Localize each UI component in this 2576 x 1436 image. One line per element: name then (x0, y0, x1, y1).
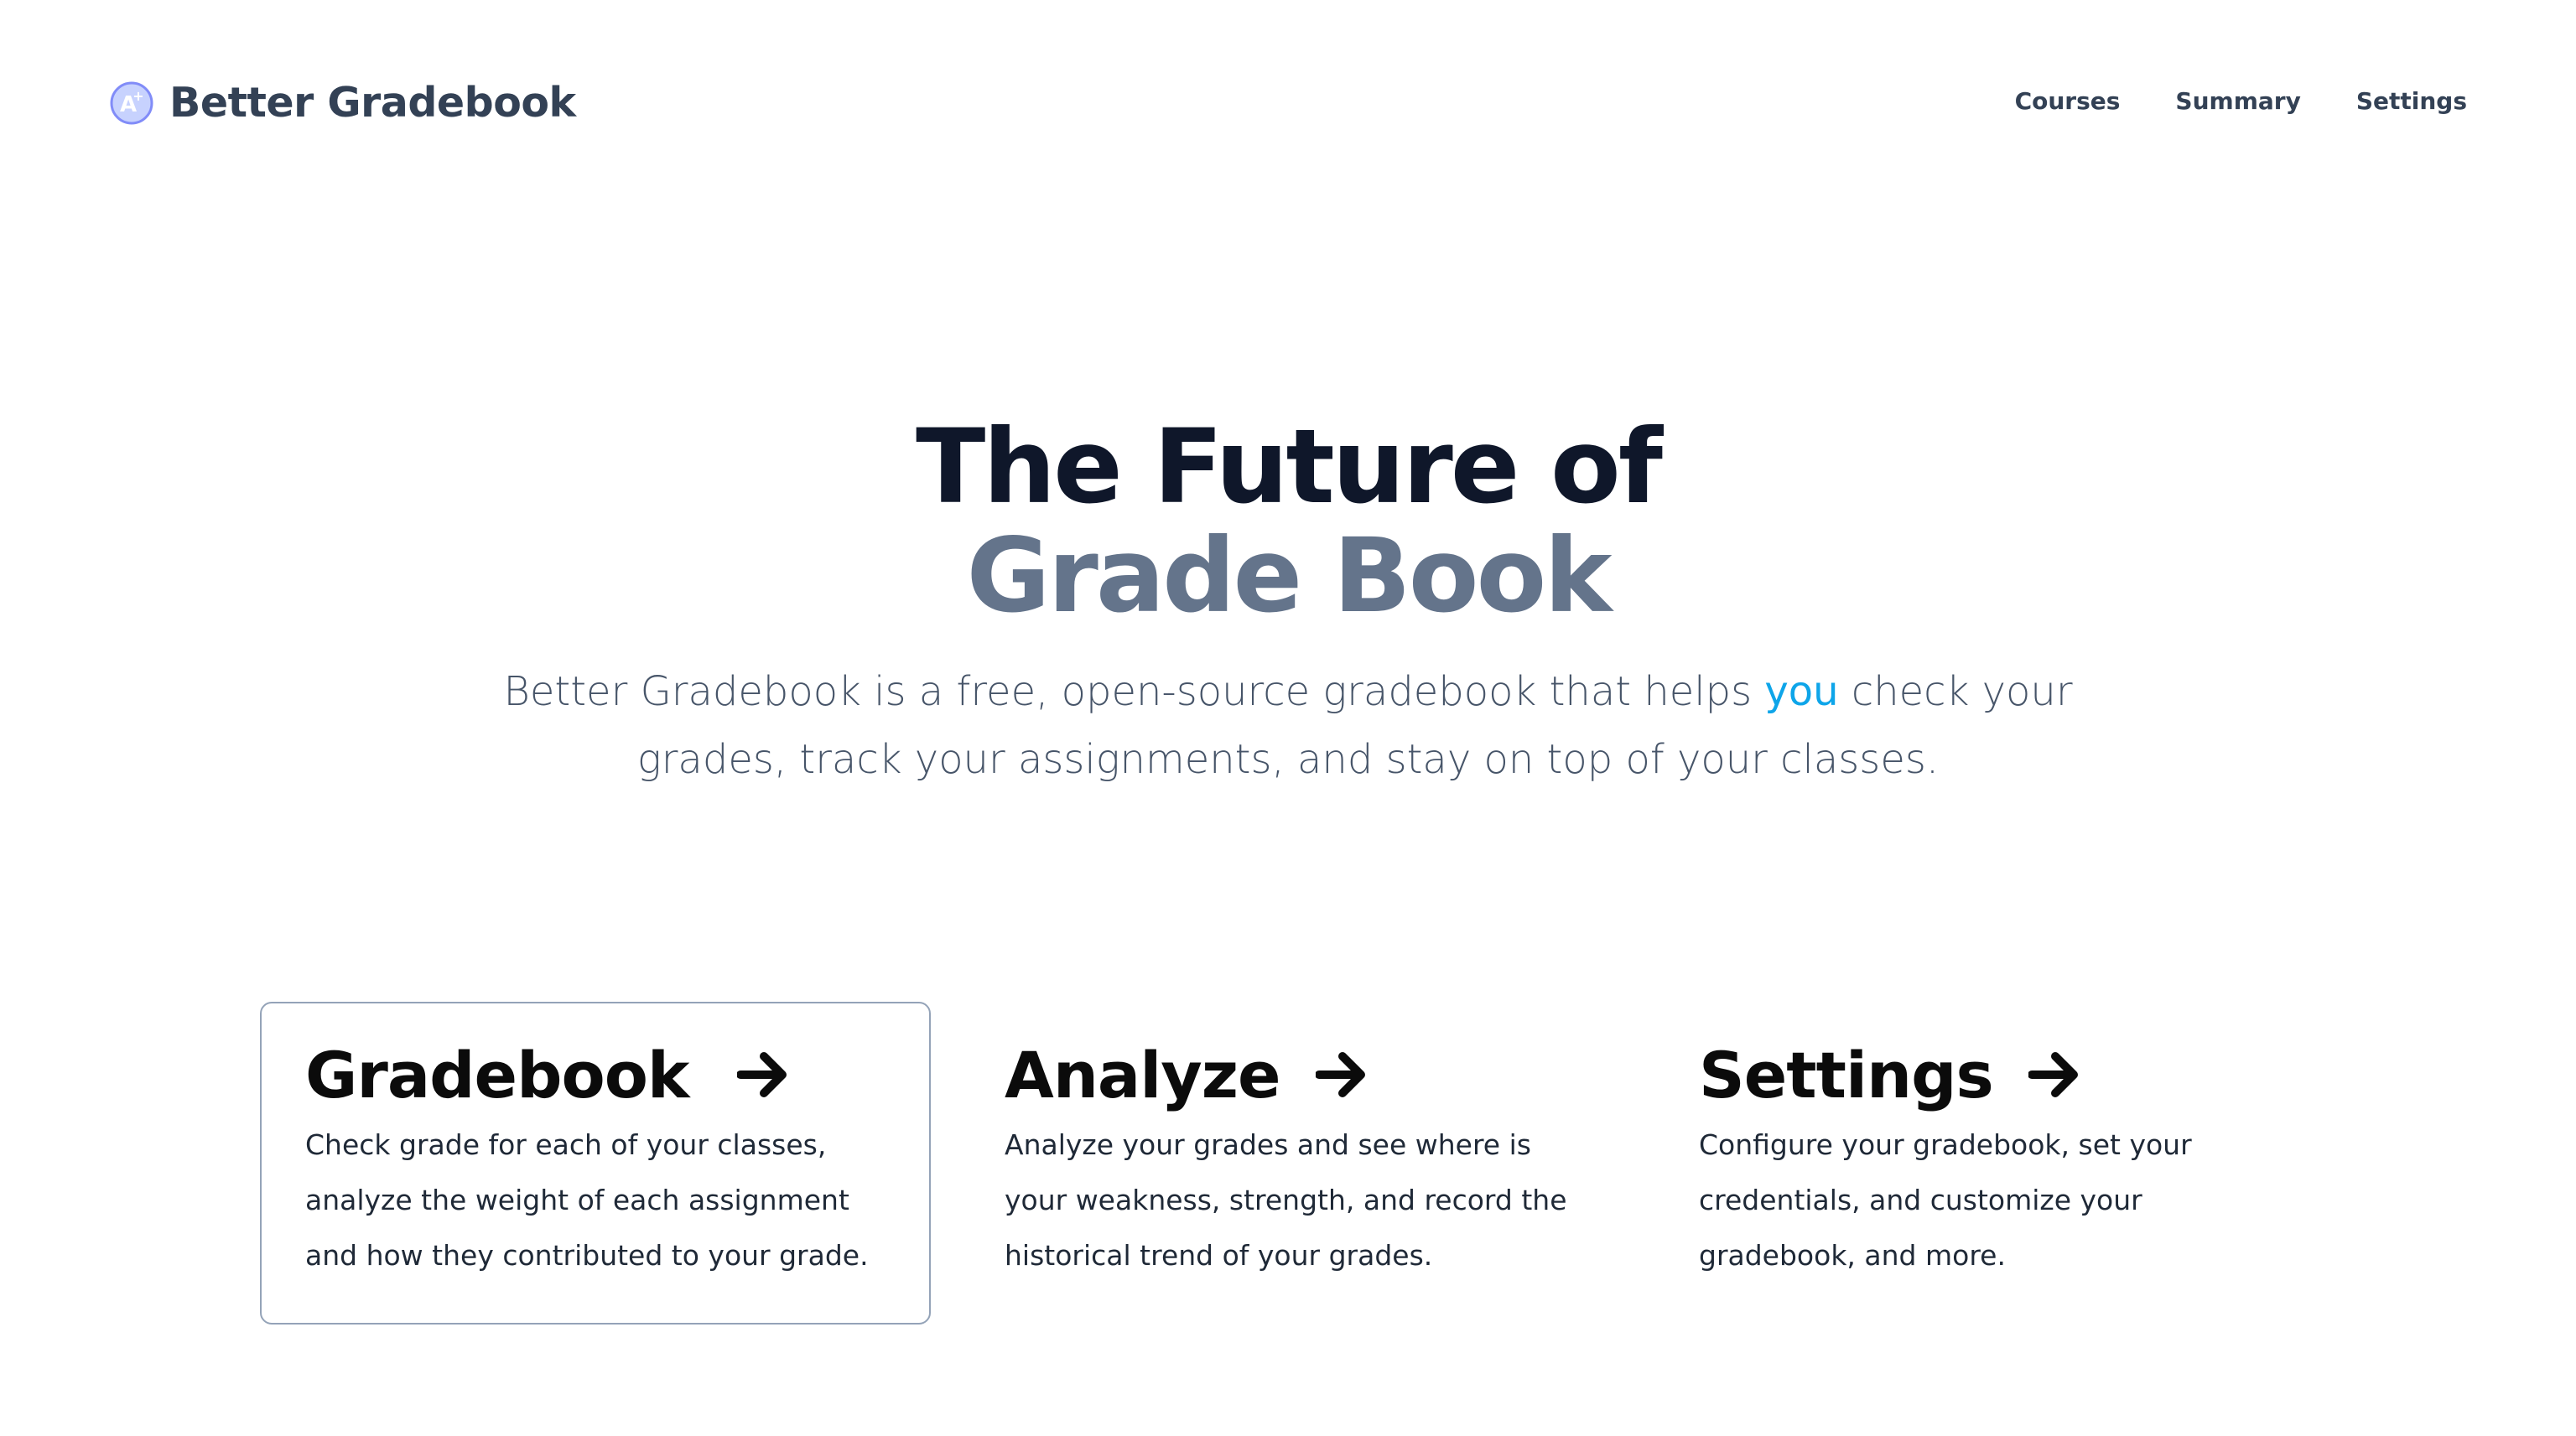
a-plus-circle-icon: A + (110, 81, 153, 124)
card-title: Analyze (1005, 1037, 1281, 1112)
tagline-text-start: Better Gradebook is a free, open-source … (503, 668, 1753, 715)
hero-title-line2: Grade Book (966, 516, 1613, 635)
arrow-right-icon (2028, 1052, 2078, 1097)
card-description: Check grade for each of your classes, an… (305, 1128, 869, 1272)
main-nav: Courses Summary Settings (2015, 87, 2467, 115)
settings-card[interactable]: Settings Configure your gradebook, set y… (1654, 1002, 2324, 1325)
card-title-row: Analyze (1005, 1037, 1585, 1112)
arrow-right-icon (737, 1052, 787, 1097)
nav-settings[interactable]: Settings (2356, 87, 2467, 115)
site-header: A + Better Gradebook Courses Summary Set… (0, 0, 2576, 210)
svg-text:+: + (132, 88, 143, 104)
analyze-card[interactable]: Analyze Analyze your grades and see wher… (959, 1002, 1630, 1325)
nav-courses[interactable]: Courses (2015, 87, 2121, 115)
gradebook-card[interactable]: Gradebook Check grade for each of your c… (260, 1002, 931, 1325)
tagline-accent: you (1764, 668, 1839, 715)
brand-link[interactable]: A + Better Gradebook (109, 79, 576, 127)
brand-name: Better Gradebook (169, 79, 576, 127)
nav-summary[interactable]: Summary (2175, 87, 2300, 115)
card-description: Analyze your grades and see where is you… (1005, 1128, 1567, 1272)
card-title-row: Settings (1699, 1037, 2279, 1112)
hero: The Future of Grade Book (0, 412, 2576, 630)
arrow-right-icon (1315, 1052, 1365, 1097)
card-description: Configure your gradebook, set your crede… (1699, 1128, 2192, 1272)
hero-tagline: Better Gradebook is a free, open-source … (503, 658, 2073, 794)
card-title: Settings (1699, 1037, 1994, 1112)
feature-cards: Gradebook Check grade for each of your c… (260, 1002, 2323, 1329)
card-title: Gradebook (305, 1037, 689, 1112)
card-title-row: Gradebook (305, 1037, 886, 1112)
hero-title-line1: The Future of (916, 407, 1663, 526)
